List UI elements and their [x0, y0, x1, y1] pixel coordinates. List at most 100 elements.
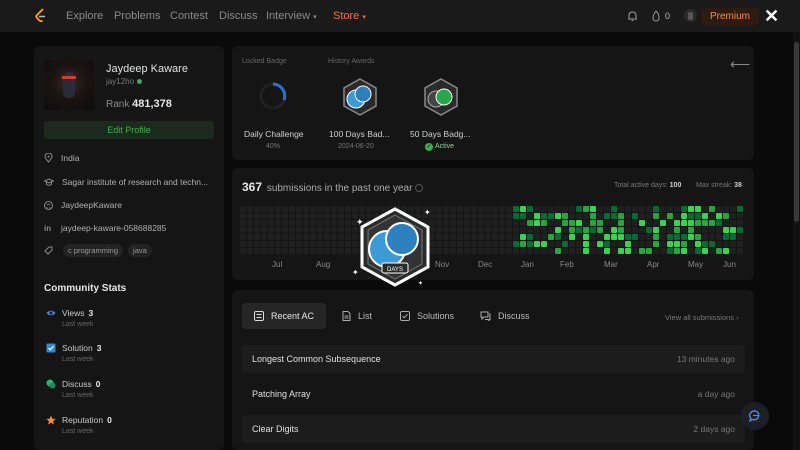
list-item[interactable]: Clear Digits 2 days ago: [242, 415, 745, 443]
heatmap-cell[interactable]: [450, 213, 456, 219]
heatmap-cell[interactable]: [457, 234, 463, 240]
heatmap-cell[interactable]: [345, 206, 351, 212]
heatmap-cell[interactable]: [268, 206, 274, 212]
heatmap-cell[interactable]: [240, 234, 246, 240]
heatmap-cell[interactable]: [576, 206, 582, 212]
list-item[interactable]: Patching Array a day ago: [242, 380, 745, 408]
heatmap-cell[interactable]: [296, 248, 302, 254]
heatmap-cell[interactable]: [513, 220, 519, 226]
heatmap-cell[interactable]: [485, 206, 491, 212]
list-item[interactable]: Longest Common Subsequence 13 minutes ag…: [242, 345, 745, 373]
heatmap-cell[interactable]: [653, 241, 659, 247]
heatmap-cell[interactable]: [737, 220, 743, 226]
heatmap-cell[interactable]: [450, 206, 456, 212]
heatmap-cell[interactable]: [562, 241, 568, 247]
heatmap-cell[interactable]: [478, 213, 484, 219]
heatmap-cell[interactable]: [457, 213, 463, 219]
heatmap-cell[interactable]: [590, 220, 596, 226]
heatmap-cell[interactable]: [688, 206, 694, 212]
heatmap-cell[interactable]: [520, 206, 526, 212]
heatmap-cell[interactable]: [527, 213, 533, 219]
heatmap-cell[interactable]: [723, 206, 729, 212]
heatmap-cell[interactable]: [492, 220, 498, 226]
heatmap-cell[interactable]: [457, 206, 463, 212]
heatmap-cell[interactable]: [254, 220, 260, 226]
heatmap-cell[interactable]: [618, 248, 624, 254]
heatmap-cell[interactable]: [317, 248, 323, 254]
heatmap-cell[interactable]: [506, 227, 512, 233]
heatmap-cell[interactable]: [583, 248, 589, 254]
heatmap-cell[interactable]: [289, 234, 295, 240]
heatmap-cell[interactable]: [562, 220, 568, 226]
heatmap-cell[interactable]: [310, 248, 316, 254]
heatmap-cell[interactable]: [618, 234, 624, 240]
heatmap-cell[interactable]: [261, 241, 267, 247]
heatmap-cell[interactable]: [296, 206, 302, 212]
heatmap-cell[interactable]: [331, 227, 337, 233]
heatmap-cell[interactable]: [261, 213, 267, 219]
heatmap-cell[interactable]: [688, 227, 694, 233]
heatmap-cell[interactable]: [275, 227, 281, 233]
heatmap-cell[interactable]: [632, 213, 638, 219]
heatmap-cell[interactable]: [548, 213, 554, 219]
heatmap-cell[interactable]: [674, 220, 680, 226]
heatmap-cell[interactable]: [681, 206, 687, 212]
heatmap-cell[interactable]: [569, 234, 575, 240]
heatmap-cell[interactable]: [625, 241, 631, 247]
heatmap-cell[interactable]: [331, 248, 337, 254]
heatmap-cell[interactable]: [597, 227, 603, 233]
heatmap-cell[interactable]: [527, 220, 533, 226]
heatmap-cell[interactable]: [506, 248, 512, 254]
heatmap-cell[interactable]: [520, 248, 526, 254]
heatmap-cell[interactable]: [527, 227, 533, 233]
heatmap-cell[interactable]: [282, 248, 288, 254]
heatmap-cell[interactable]: [555, 248, 561, 254]
heatmap-cell[interactable]: [632, 206, 638, 212]
heatmap-cell[interactable]: [660, 248, 666, 254]
info-icon[interactable]: [415, 184, 424, 193]
heatmap-cell[interactable]: [268, 220, 274, 226]
heatmap-cell[interactable]: [541, 206, 547, 212]
heatmap-cell[interactable]: [240, 213, 246, 219]
heatmap-cell[interactable]: [338, 220, 344, 226]
heatmap-cell[interactable]: [471, 220, 477, 226]
heatmap-cell[interactable]: [632, 234, 638, 240]
heatmap-cell[interactable]: [331, 234, 337, 240]
heatmap-cell[interactable]: [254, 248, 260, 254]
heatmap-cell[interactable]: [338, 241, 344, 247]
heatmap-cell[interactable]: [548, 234, 554, 240]
heatmap-cell[interactable]: [485, 227, 491, 233]
heatmap-cell[interactable]: [261, 234, 267, 240]
heatmap-cell[interactable]: [254, 241, 260, 247]
heatmap-cell[interactable]: [569, 241, 575, 247]
heatmap-cell[interactable]: [716, 227, 722, 233]
heatmap-cell[interactable]: [597, 241, 603, 247]
heatmap-cell[interactable]: [702, 213, 708, 219]
heatmap-cell[interactable]: [597, 220, 603, 226]
heatmap-cell[interactable]: [282, 213, 288, 219]
heatmap-cell[interactable]: [639, 241, 645, 247]
heatmap-cell[interactable]: [618, 227, 624, 233]
heatmap-cell[interactable]: [611, 206, 617, 212]
heatmap-cell[interactable]: [485, 220, 491, 226]
bell-icon[interactable]: [627, 10, 638, 22]
heatmap-cell[interactable]: [667, 206, 673, 212]
heatmap-cell[interactable]: [240, 206, 246, 212]
heatmap-cell[interactable]: [646, 234, 652, 240]
heatmap-cell[interactable]: [247, 234, 253, 240]
heatmap-cell[interactable]: [443, 227, 449, 233]
heatmap-cell[interactable]: [289, 227, 295, 233]
heatmap-cell[interactable]: [478, 234, 484, 240]
heatmap-cell[interactable]: [695, 220, 701, 226]
heatmap-cell[interactable]: [716, 234, 722, 240]
heatmap-cell[interactable]: [310, 206, 316, 212]
heatmap-cell[interactable]: [471, 227, 477, 233]
heatmap-cell[interactable]: [331, 213, 337, 219]
heatmap-cell[interactable]: [583, 213, 589, 219]
heatmap-cell[interactable]: [485, 213, 491, 219]
nav-discuss[interactable]: Discuss: [219, 10, 258, 22]
heatmap-cell[interactable]: [555, 220, 561, 226]
heatmap-cell[interactable]: [317, 206, 323, 212]
heatmap-cell[interactable]: [317, 234, 323, 240]
heatmap-cell[interactable]: [723, 234, 729, 240]
